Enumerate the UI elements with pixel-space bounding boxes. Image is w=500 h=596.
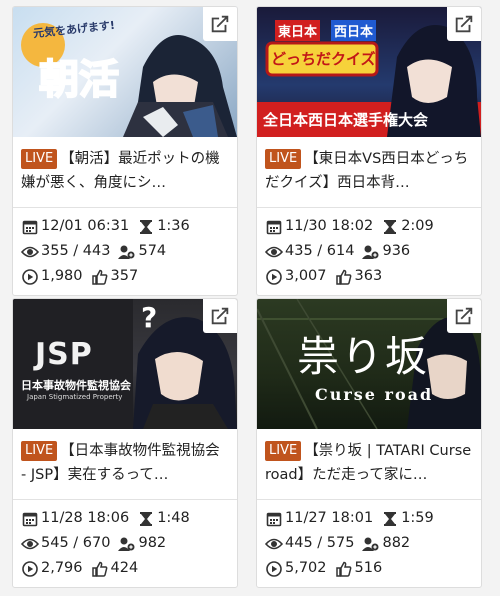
- video-title[interactable]: LIVE 【東日本VS西日本どっちだクイズ】西日本背…: [257, 137, 481, 199]
- external-link-button[interactable]: [447, 299, 481, 333]
- viewer-count: 445 / 575: [285, 535, 355, 551]
- external-link-button[interactable]: [447, 7, 481, 41]
- hourglass-icon: [137, 510, 155, 528]
- video-title[interactable]: LIVE 【祟り坂 | TATARI Curse road】ただ走って家に…: [257, 429, 481, 491]
- video-thumbnail[interactable]: 元気をあげます! 朝活: [13, 7, 237, 137]
- member-count: 982: [138, 535, 167, 551]
- video-stats: 11/30 18:02 2:09 435 / 614 936 3,007 363: [257, 208, 481, 289]
- live-badge: LIVE: [265, 441, 302, 461]
- external-link-icon: [211, 307, 229, 325]
- stream-date: 11/30 18:02: [285, 218, 374, 234]
- member-count: 936: [382, 243, 411, 259]
- live-badge: LIVE: [21, 149, 58, 169]
- video-card[interactable]: 祟り坂 Curse road LIVE 【祟り坂 | TATARI Curse r…: [256, 298, 482, 588]
- play-icon: [265, 560, 283, 578]
- thumbnail-title: 祟り坂: [297, 332, 430, 381]
- play-icon: [21, 268, 39, 286]
- video-title[interactable]: LIVE 【日本事故物件監視協会 - JSP】実在するって…: [13, 429, 237, 491]
- external-link-icon: [455, 15, 473, 33]
- member-count: 882: [382, 535, 411, 551]
- thumbnail-label-west: 西日本: [331, 20, 377, 41]
- like-count: 357: [110, 268, 139, 284]
- thumbnail-banner: 全日本西日本選手権大会: [263, 111, 429, 129]
- thumbnail-subtitle: 日本事故物件監視協会: [21, 379, 131, 392]
- like-count: 516: [354, 560, 383, 576]
- stream-date: 11/28 18:06: [41, 510, 130, 526]
- stream-duration: 1:48: [157, 510, 190, 526]
- stream-date: 12/01 06:31: [41, 218, 130, 234]
- video-stats: 12/01 06:31 1:36 355 / 443 574 1,980 357: [13, 208, 237, 289]
- video-thumbnail[interactable]: JSP 日本事故物件監視協会 Japan Stigmatized Propert…: [13, 299, 237, 429]
- video-stats: 11/27 18:01 1:59 445 / 575 882 5,702 516: [257, 500, 481, 581]
- live-badge: LIVE: [21, 441, 58, 461]
- external-link-icon: [455, 307, 473, 325]
- live-badge: LIVE: [265, 149, 302, 169]
- video-thumbnail[interactable]: 祟り坂 Curse road: [257, 299, 481, 429]
- play-count: 2,796: [41, 560, 83, 576]
- hourglass-icon: [137, 218, 155, 236]
- like-count: 424: [110, 560, 139, 576]
- play-count: 5,702: [285, 560, 327, 576]
- thumbnail-subtitle: Curse road: [315, 385, 434, 404]
- play-count: 1,980: [41, 268, 83, 284]
- members-icon: [362, 243, 380, 261]
- calendar-icon: [21, 510, 39, 528]
- eye-icon: [265, 243, 283, 261]
- video-card[interactable]: 東日本 西日本 どっちだクイズ 全日本西日本選手権大会 LIVE 【東日本VS西日…: [256, 6, 482, 296]
- thumbnail-title: どっちだクイズ: [271, 50, 376, 68]
- thumbs-up-icon: [91, 268, 109, 286]
- thumbnail-label-east: 東日本: [275, 20, 321, 41]
- external-link-icon: [211, 15, 229, 33]
- hourglass-icon: [381, 218, 399, 236]
- hourglass-icon: [381, 510, 399, 528]
- video-grid: 元気をあげます! 朝活 LIVE 【朝活】最近ポットの機嫌が悪く、角度にシ… 12…: [0, 0, 500, 596]
- play-icon: [21, 560, 39, 578]
- calendar-icon: [265, 510, 283, 528]
- external-link-button[interactable]: [203, 7, 237, 41]
- play-count: 3,007: [285, 268, 327, 284]
- viewer-count: 435 / 614: [285, 243, 355, 259]
- external-link-button[interactable]: [203, 299, 237, 333]
- video-card[interactable]: JSP 日本事故物件監視協会 Japan Stigmatized Propert…: [12, 298, 238, 588]
- thumbs-up-icon: [91, 560, 109, 578]
- member-count: 574: [138, 243, 167, 259]
- stream-duration: 1:36: [157, 218, 190, 234]
- thumbnail-question-mark: ?: [141, 301, 158, 334]
- members-icon: [118, 535, 136, 553]
- stream-duration: 2:09: [401, 218, 434, 234]
- calendar-icon: [21, 218, 39, 236]
- thumbnail-subtitle-en: Japan Stigmatized Property: [27, 393, 123, 401]
- like-count: 363: [354, 268, 383, 284]
- viewer-count: 355 / 443: [41, 243, 111, 259]
- video-stats: 11/28 18:06 1:48 545 / 670 982 2,796 424: [13, 500, 237, 581]
- video-title[interactable]: LIVE 【朝活】最近ポットの機嫌が悪く、角度にシ…: [13, 137, 237, 199]
- members-icon: [118, 243, 136, 261]
- stream-date: 11/27 18:01: [285, 510, 374, 526]
- thumbs-up-icon: [335, 268, 353, 286]
- thumbnail-title: 朝活: [38, 56, 120, 104]
- thumbnail-title: JSP: [35, 337, 93, 372]
- members-icon: [362, 535, 380, 553]
- eye-icon: [265, 535, 283, 553]
- eye-icon: [21, 535, 39, 553]
- stream-duration: 1:59: [401, 510, 434, 526]
- video-card[interactable]: 元気をあげます! 朝活 LIVE 【朝活】最近ポットの機嫌が悪く、角度にシ… 12…: [12, 6, 238, 296]
- thumbs-up-icon: [335, 560, 353, 578]
- video-thumbnail[interactable]: 東日本 西日本 どっちだクイズ 全日本西日本選手権大会: [257, 7, 481, 137]
- eye-icon: [21, 243, 39, 261]
- play-icon: [265, 268, 283, 286]
- calendar-icon: [265, 218, 283, 236]
- viewer-count: 545 / 670: [41, 535, 111, 551]
